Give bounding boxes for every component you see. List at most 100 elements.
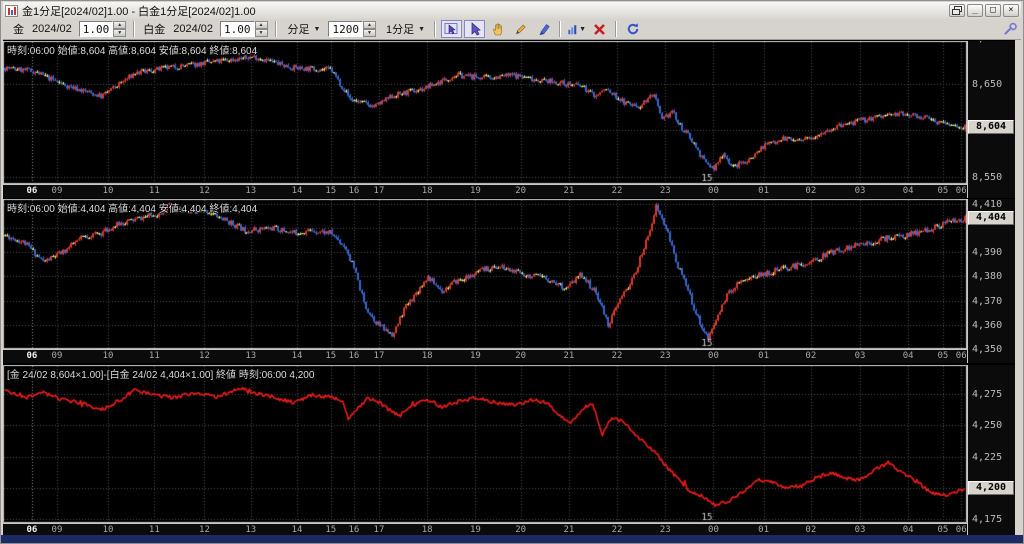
gold-chart-panel: 時刻:06:00 始値:8,604 高値:8,604 安値:8,604 終値:8… [3,41,1015,198]
y-axis-label: 4,175 [972,514,1002,525]
x-axis-label: 14 [292,186,303,196]
y-axis-label: 8,550 [972,172,1002,183]
x-axis-label: 03 [855,186,866,196]
delete-x-icon [593,23,606,36]
x-axis-label: 12 [199,525,210,535]
y-axis-label: 4,225 [972,452,1002,463]
y-axis-label: 4,370 [972,296,1002,307]
chart-type-button[interactable]: ▼ [566,20,587,38]
x-axis-label: 18 [422,351,433,361]
x-axis-label: 06 [956,351,967,361]
refresh-icon [626,22,640,36]
y-axis-label: 4,350 [972,344,1002,355]
interval-select[interactable]: 1分足 ▼ [382,21,427,37]
x-axis-label: 01 [758,186,769,196]
toolbar-separator [615,21,617,37]
toolbar-separator [275,21,277,37]
x-axis-label: 11 [149,351,160,361]
gold-ratio-spin-down[interactable]: ▼ [113,29,126,37]
x-axis-label: 21 [563,186,574,196]
x-axis-label: 02 [805,351,816,361]
chevron-down-icon: ▼ [314,26,321,33]
delete-button[interactable] [589,20,610,38]
draw-pencil-button[interactable] [510,20,531,38]
gold-symbol-label: 金 [13,21,24,37]
x-axis-label: 17 [374,351,385,361]
x-axis-label: 10 [103,351,114,361]
chevron-down-icon: ▼ [418,26,425,33]
candlestick-chart-icon [5,5,18,17]
x-axis-label: 06 [26,186,37,196]
minimize-button[interactable]: _ [967,4,983,17]
x-axis-label: 19 [470,351,481,361]
gold-time-axis: 0609101112131415161718192021222300010203… [3,184,967,198]
bar-count-spinner[interactable]: 1200 ▲▼ [328,21,376,37]
spread-chart-canvas[interactable] [3,365,967,523]
x-axis-label: 03 [855,351,866,361]
y-axis-label: 4,250 [972,420,1002,431]
platinum-price-axis: 4,404 4,4104,3904,3804,3704,3604,350 [967,199,1015,363]
x-axis-label: 15 [325,351,336,361]
bar-count-value[interactable]: 1200 [328,21,363,37]
platinum-ratio-spin-up[interactable]: ▲ [255,21,268,29]
toolbar: 金 2024/02 1.00 ▲▼ 白金 2024/02 1.00 ▲▼ 分足 … [3,19,1021,40]
x-axis-label: 12 [199,351,210,361]
maximize-button[interactable]: □ [985,4,1001,17]
spread-chart-panel: [金 24/02 8,604×1.00]-[白金 24/02 4,404×1.0… [3,365,1015,537]
chart-cursor-button[interactable] [441,20,462,38]
spread-price-axis: 4,200 4,2754,2504,2254,175 [967,365,1015,537]
app-window: 金1分足[2024/02]1.00 - 白金1分足[2024/02]1.00 _… [0,0,1024,544]
x-axis-label: 11 [149,525,160,535]
pencil-icon [514,22,528,36]
draw-pen-button[interactable] [533,20,554,38]
platinum-chart-canvas[interactable] [3,199,967,349]
platinum-ratio-value[interactable]: 1.00 [220,21,255,37]
select-cursor-button[interactable] [464,20,485,38]
x-axis-label: 22 [612,351,623,361]
close-button[interactable]: × [1003,4,1019,17]
platinum-ratio-spinner[interactable]: 1.00 ▲▼ [220,21,268,37]
y-axis-label: 4,390 [972,247,1002,258]
x-axis-label: 19 [470,525,481,535]
platinum-ratio-spin-down[interactable]: ▼ [255,29,268,37]
settings-button[interactable] [999,20,1020,38]
pan-hand-button[interactable] [487,20,508,38]
title-bar[interactable]: 金1分足[2024/02]1.00 - 白金1分足[2024/02]1.00 _… [3,2,1021,19]
x-axis-label: 04 [903,525,914,535]
y-axis-label: 8,650 [972,79,1002,90]
x-axis-label: 02 [805,186,816,196]
cascade-button[interactable] [949,4,965,17]
period-type-select[interactable]: 分足 ▼ [284,21,323,37]
x-axis-label: 21 [563,351,574,361]
gold-ratio-value[interactable]: 1.00 [79,21,114,37]
gold-chart-canvas[interactable] [3,41,967,184]
bar-count-spin-down[interactable]: ▼ [363,29,376,37]
toolbar-separator [559,21,561,37]
platinum-month-label: 2024/02 [173,23,213,35]
x-axis-label: 06 [26,351,37,361]
x-axis-label: 01 [758,525,769,535]
gold-ratio-spin-up[interactable]: ▲ [113,21,126,29]
x-axis-label: 10 [103,525,114,535]
gold-ratio-spinner[interactable]: 1.00 ▲▼ [79,21,127,37]
chevron-down-icon: ▼ [579,26,586,33]
x-axis-label: 02 [805,525,816,535]
y-axis-label: 8,700 [972,41,1002,44]
x-axis-label: 03 [855,525,866,535]
x-axis-label: 17 [374,525,385,535]
x-axis-label: 20 [515,186,526,196]
x-axis-label: 06 [26,525,37,535]
x-axis-label: 18 [422,186,433,196]
x-axis-label: 04 [903,351,914,361]
x-axis-label: 06 [956,186,967,196]
current-price-box: 4,404 [968,211,1014,225]
refresh-button[interactable] [622,20,643,38]
bar-count-spin-up[interactable]: ▲ [363,21,376,29]
x-axis-label: 10 [103,186,114,196]
chart-area: 時刻:06:00 始値:8,604 高値:8,604 安値:8,604 終値:8… [3,40,1015,537]
x-axis-label: 09 [52,186,63,196]
toolbar-separator [434,21,436,37]
x-axis-label: 23 [660,351,671,361]
x-axis-label: 20 [515,525,526,535]
x-axis-label: 23 [660,186,671,196]
